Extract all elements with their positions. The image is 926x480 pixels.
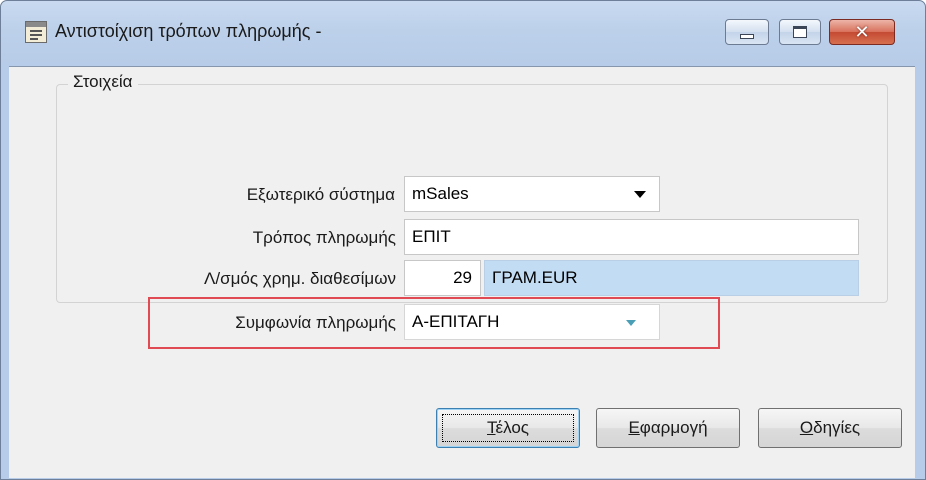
close-button[interactable]: ✕ xyxy=(829,19,895,45)
external-system-value: mSales xyxy=(412,184,469,203)
finish-button[interactable]: Τέλος xyxy=(436,408,580,448)
help-button[interactable]: Οδηγίες xyxy=(758,408,902,448)
cash-account-code: 29 xyxy=(453,268,472,287)
cash-account-name-field[interactable]: ΓΡΑΜ.EUR xyxy=(484,260,859,296)
help-label: δηγίες xyxy=(813,418,861,437)
help-accel: Ο xyxy=(799,418,814,437)
cash-account-code-field[interactable]: 29 xyxy=(404,260,481,296)
title-bar[interactable]: Αντιστοίχιση τρόπων πληρωμής - ✕ xyxy=(1,1,925,67)
payment-method-value: ΕΠΙΤ xyxy=(412,227,451,246)
external-system-label: Εξωτερικό σύστημα xyxy=(246,185,395,204)
cash-account-name: ΓΡΑΜ.EUR xyxy=(492,268,578,287)
apply-label: φαρμογή xyxy=(639,418,708,437)
app-icon xyxy=(25,21,47,43)
highlight-annotation xyxy=(148,297,720,349)
payment-method-label: Τρόπος πληρωμής xyxy=(252,228,396,247)
chevron-down-icon[interactable] xyxy=(634,191,646,198)
maximize-icon xyxy=(793,26,807,38)
payment-method-field[interactable]: ΕΠΙΤ xyxy=(404,219,859,255)
window-title: Αντιστοίχιση τρόπων πληρωμής - xyxy=(55,21,322,41)
close-icon: ✕ xyxy=(854,22,870,42)
external-system-dropdown[interactable]: mSales xyxy=(404,176,660,212)
minimize-button[interactable] xyxy=(725,19,769,45)
apply-button[interactable]: Εφαρμογή xyxy=(596,408,740,448)
cash-account-label: Λ/σμός χρημ. διαθεσίμων xyxy=(204,269,396,288)
groupbox-legend: Στοιχεία xyxy=(68,72,138,92)
maximize-button[interactable] xyxy=(779,19,821,45)
apply-accel: Ε xyxy=(628,418,640,437)
minimize-icon xyxy=(740,34,754,39)
